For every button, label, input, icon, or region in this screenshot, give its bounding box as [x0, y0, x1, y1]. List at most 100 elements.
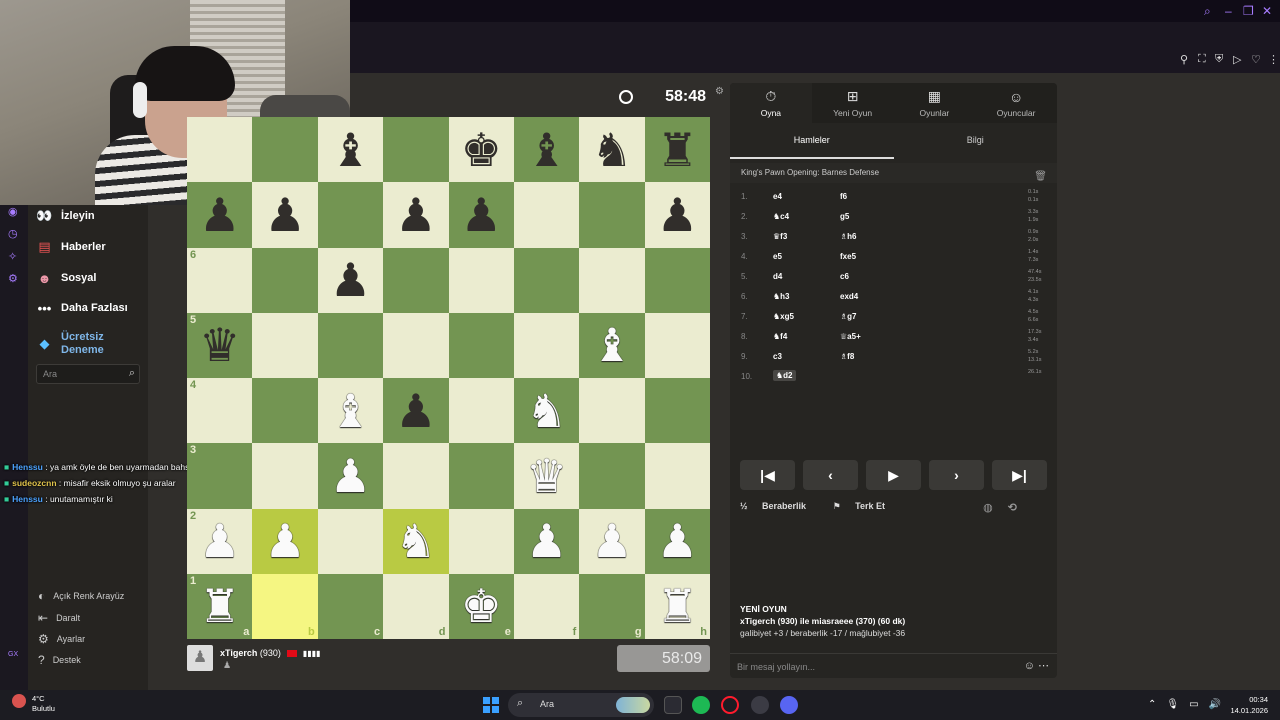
- white-queen-icon[interactable]: ♛: [526, 453, 567, 499]
- play-icon[interactable]: ▷: [1233, 53, 1241, 66]
- resign-button[interactable]: ⚑ Terk Et: [833, 501, 897, 511]
- black-move[interactable]: f6: [840, 192, 847, 201]
- weather-widget[interactable]: 4°C Bulutlu: [12, 694, 55, 714]
- square-f6[interactable]: [513, 247, 580, 313]
- square-c1[interactable]: c: [317, 573, 384, 639]
- white-pawn-icon[interactable]: ♟: [264, 518, 305, 564]
- gx-icon[interactable]: GX: [8, 651, 18, 658]
- square-e4[interactable]: [448, 378, 514, 444]
- square-d2[interactable]: ♞: [383, 508, 449, 574]
- white-rook-icon[interactable]: ♜: [199, 583, 240, 629]
- steam-icon[interactable]: [751, 696, 769, 714]
- square-c5[interactable]: [317, 312, 384, 378]
- white-move[interactable]: ♞d2: [773, 370, 796, 381]
- white-move[interactable]: ♛f3: [773, 232, 787, 241]
- flip-board-icon[interactable]: ⟲: [1008, 502, 1017, 514]
- more-options-icon[interactable]: ⋯: [1038, 660, 1049, 672]
- square-g1[interactable]: g: [579, 573, 645, 639]
- black-pawn-icon[interactable]: ♟: [330, 257, 371, 303]
- square-a4[interactable]: 4: [187, 378, 253, 444]
- square-h6[interactable]: [644, 247, 710, 313]
- white-move[interactable]: ♞c4: [773, 212, 789, 221]
- shield-icon[interactable]: ⛨: [1215, 53, 1223, 66]
- extensions-icon[interactable]: ✧: [8, 250, 17, 263]
- square-f1[interactable]: f: [513, 573, 580, 639]
- square-a7[interactable]: ♟: [187, 182, 253, 248]
- sidebar-item-news[interactable]: ▤ Haberler: [36, 235, 105, 259]
- square-c3[interactable]: ♟: [317, 443, 384, 509]
- screenshot-icon[interactable]: ⛶: [1198, 53, 1206, 66]
- square-d5[interactable]: [383, 312, 449, 378]
- square-a6[interactable]: 6: [187, 247, 253, 313]
- discord-icon[interactable]: [780, 696, 798, 714]
- square-d8[interactable]: [383, 117, 449, 183]
- square-c6[interactable]: ♟: [317, 247, 384, 313]
- square-a5[interactable]: ♛ 5: [187, 312, 253, 378]
- square-g6[interactable]: [579, 247, 645, 313]
- square-d1[interactable]: d: [383, 573, 449, 639]
- emoji-icon[interactable]: ☺: [1024, 660, 1035, 672]
- white-king-icon[interactable]: ♚: [461, 583, 502, 629]
- black-pawn-icon[interactable]: ♟: [461, 192, 502, 238]
- square-b3[interactable]: [252, 443, 318, 509]
- square-d6[interactable]: [383, 247, 449, 313]
- black-bishop-icon[interactable]: ♝: [330, 127, 371, 173]
- next-move-button[interactable]: ›: [929, 460, 984, 490]
- square-e3[interactable]: [448, 443, 514, 509]
- square-c7[interactable]: [317, 182, 384, 248]
- square-e5[interactable]: [448, 312, 514, 378]
- square-a2[interactable]: ♟ 2: [187, 508, 253, 574]
- square-g3[interactable]: [579, 443, 645, 509]
- pin-icon[interactable]: ⚲: [1180, 53, 1188, 66]
- black-move[interactable]: ♗g7: [840, 312, 857, 321]
- tab-players[interactable]: ☺ Oyuncular: [975, 83, 1057, 123]
- prev-move-button[interactable]: ‹: [803, 460, 858, 490]
- file-explorer-icon[interactable]: [664, 696, 682, 714]
- draw-button[interactable]: ½ Beraberlik: [740, 501, 818, 511]
- square-h5[interactable]: [644, 312, 710, 378]
- white-pawn-icon[interactable]: ♟: [657, 518, 698, 564]
- player-icon[interactable]: ◉: [8, 205, 18, 218]
- history-icon[interactable]: ◷: [8, 227, 18, 240]
- white-pawn-icon[interactable]: ♟: [199, 518, 240, 564]
- square-a3[interactable]: 3: [187, 443, 253, 509]
- close-icon[interactable]: ✕: [1262, 4, 1272, 18]
- square-e7[interactable]: ♟: [448, 182, 514, 248]
- black-pawn-icon[interactable]: ♟: [395, 192, 436, 238]
- square-f7[interactable]: [513, 182, 580, 248]
- menu-icon[interactable]: ⋮: [1268, 53, 1279, 66]
- opera-gx-icon[interactable]: [721, 696, 739, 714]
- white-rook-icon[interactable]: ♜: [657, 583, 698, 629]
- square-e6[interactable]: [448, 247, 514, 313]
- square-g2[interactable]: ♟: [579, 508, 645, 574]
- sidebar-item-social[interactable]: ☻ Sosyal: [36, 266, 97, 290]
- square-h2[interactable]: ♟: [644, 508, 710, 574]
- square-g4[interactable]: [579, 378, 645, 444]
- minimize-icon[interactable]: –: [1225, 4, 1232, 18]
- white-move[interactable]: ♞xg5: [773, 312, 794, 321]
- chat-message-input[interactable]: Bir mesaj yollayın... ☺ ⋯: [730, 653, 1057, 678]
- white-bishop-icon[interactable]: ♝: [591, 322, 632, 368]
- taskbar-search[interactable]: ⌕ Ara: [508, 693, 654, 717]
- square-h7[interactable]: ♟: [644, 182, 710, 248]
- spotify-icon[interactable]: [692, 696, 710, 714]
- square-b6[interactable]: [252, 247, 318, 313]
- trash-icon[interactable]: 🗑: [1034, 167, 1047, 187]
- subtab-info[interactable]: Bilgi: [894, 129, 1058, 159]
- square-e8[interactable]: ♚: [448, 117, 514, 183]
- square-a1[interactable]: ♜ 1 a: [187, 573, 253, 639]
- sidebar-item-collapse[interactable]: ⇤ Daralt: [38, 609, 80, 627]
- square-b5[interactable]: [252, 312, 318, 378]
- white-pawn-icon[interactable]: ♟: [591, 518, 632, 564]
- sidebar-item-more[interactable]: ••• Daha Fazlası: [36, 296, 128, 320]
- square-e2[interactable]: [448, 508, 514, 574]
- restore-icon[interactable]: ❐: [1243, 4, 1254, 18]
- analysis-icon[interactable]: ◍: [983, 502, 993, 514]
- square-b4[interactable]: [252, 378, 318, 444]
- first-move-button[interactable]: |◀: [740, 460, 795, 490]
- black-move[interactable]: fxe5: [840, 252, 856, 261]
- avatar[interactable]: ♟: [187, 645, 213, 671]
- heart-icon[interactable]: ♡: [1251, 53, 1261, 66]
- square-b1[interactable]: b: [252, 573, 318, 639]
- white-move[interactable]: ♞f4: [773, 332, 787, 341]
